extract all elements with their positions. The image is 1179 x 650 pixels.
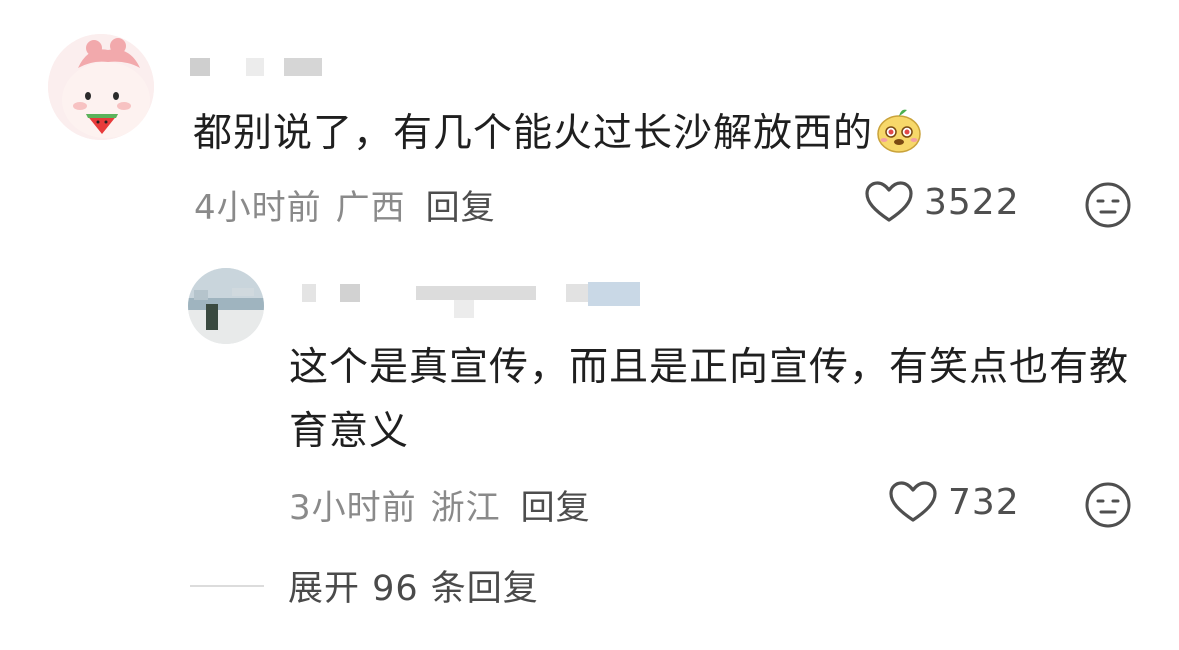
reply-like-button[interactable]: 732 — [888, 480, 1020, 524]
replier-badge — [588, 282, 640, 306]
meh-face-icon[interactable] — [1084, 481, 1132, 529]
expand-divider-line — [190, 584, 264, 587]
replier-username-blur-4 — [454, 300, 474, 318]
reply-meta: 3小时前 浙江 回复 — [289, 480, 591, 529]
heart-outline-icon — [889, 481, 937, 522]
commenter-username[interactable] — [190, 58, 210, 76]
landscape-avatar-image — [188, 268, 264, 344]
replier-username-blur-5 — [566, 284, 590, 302]
reply-location: 浙江 — [430, 488, 501, 528]
reply-to-reply-button[interactable]: 回复 — [521, 488, 591, 528]
reply-text: 这个是真宣传，而且是正向宣传，有笑点也有教育意义 — [289, 345, 1130, 454]
comment-text: 都别说了，有几个能火过长沙解放西的 — [193, 102, 923, 166]
replier-avatar[interactable] — [188, 268, 264, 344]
pink-character-avatar-image — [48, 34, 154, 140]
commenter-avatar[interactable] — [48, 34, 154, 140]
expand-replies-button[interactable]: 展开 96 条回复 — [190, 560, 539, 611]
comment-time: 4小时前 — [194, 188, 322, 228]
commenter-username-blur-2 — [246, 58, 264, 76]
reply-time: 3小时前 — [289, 488, 417, 528]
comment-location: 广西 — [335, 188, 406, 228]
comment-text-content: 都别说了，有几个能火过长沙解放西的 — [193, 111, 874, 156]
reply-like-count: 732 — [948, 481, 1020, 523]
comment-meta: 4小时前 广西 回复 — [194, 180, 496, 229]
expand-replies-label: 展开 96 条回复 — [288, 569, 539, 609]
commenter-username-blur-3 — [284, 58, 322, 76]
cute-face-emoji-icon — [877, 109, 921, 153]
heart-outline-icon — [865, 181, 913, 222]
replier-username-blur-2 — [340, 284, 360, 302]
meh-face-icon[interactable] — [1084, 181, 1132, 229]
reply-button[interactable]: 回复 — [426, 188, 496, 228]
like-count: 3522 — [924, 181, 1020, 223]
replier-username-blur-3 — [416, 286, 536, 300]
replier-username[interactable] — [302, 284, 316, 302]
like-button[interactable]: 3522 — [864, 180, 1020, 224]
